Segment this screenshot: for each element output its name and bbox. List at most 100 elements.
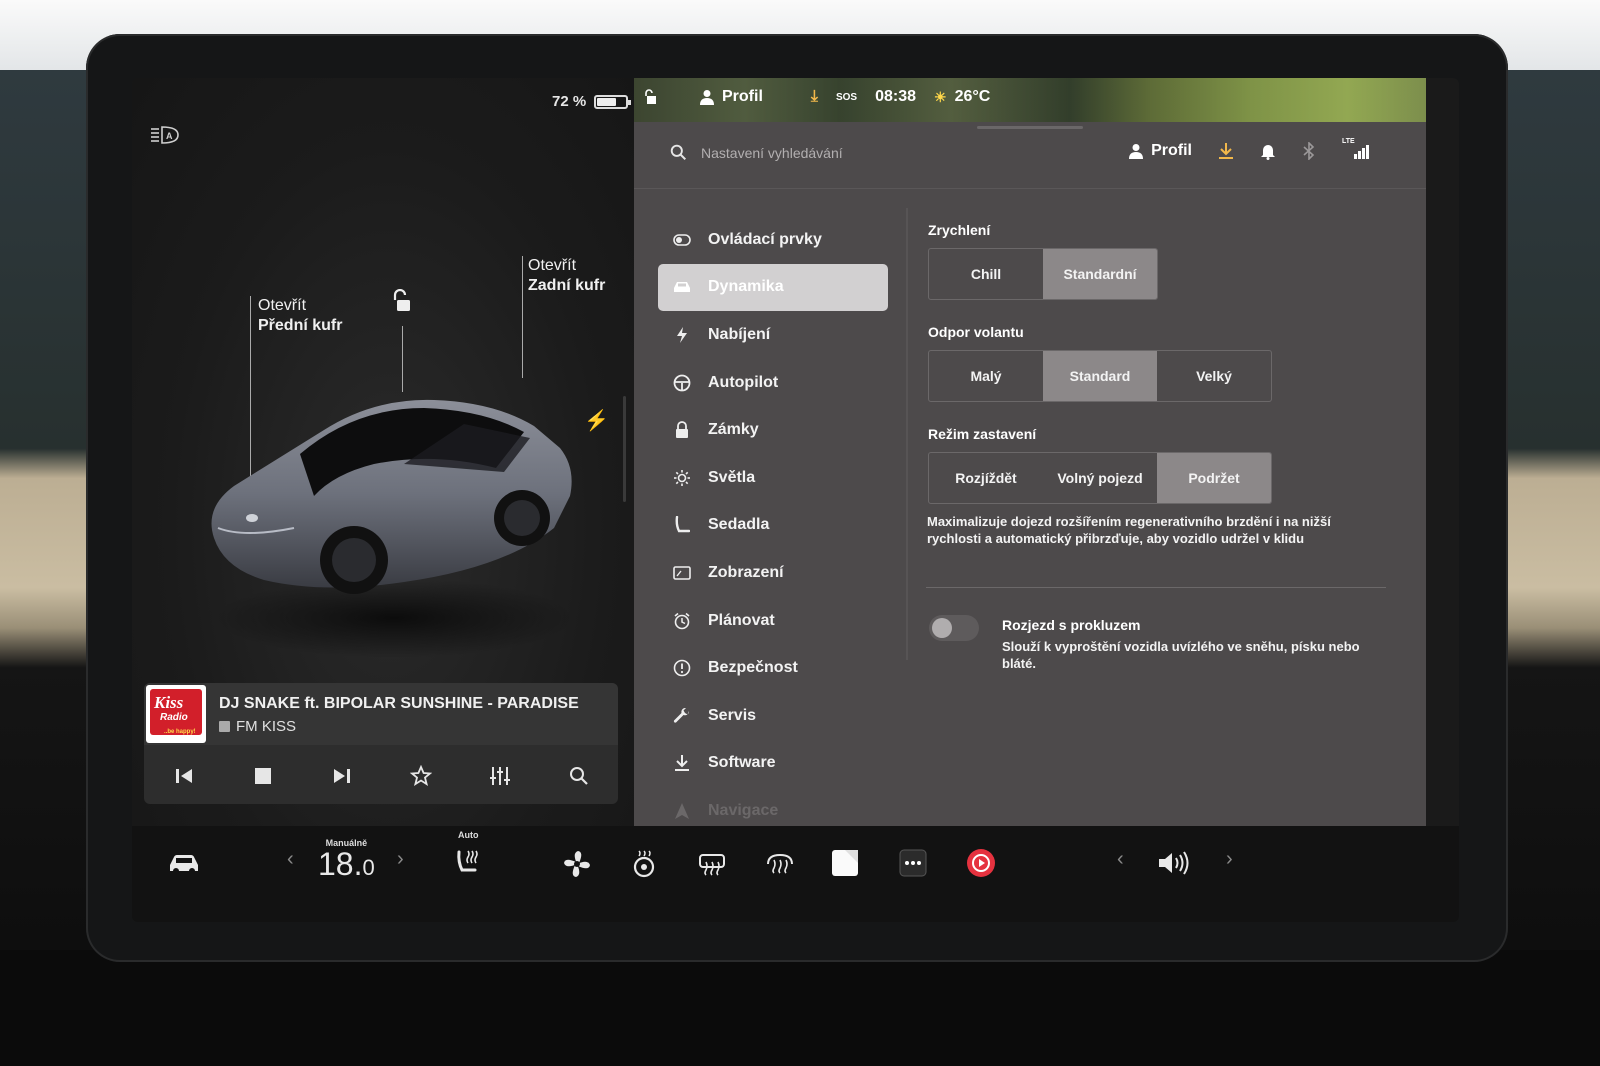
acceleration-option-0[interactable]: Chill — [929, 249, 1043, 299]
menu-item-8[interactable]: Plánovat — [658, 597, 888, 645]
download-icon[interactable] — [1218, 142, 1234, 160]
seat-heater-icon[interactable] — [450, 844, 486, 880]
menu-item-label: Zobrazení — [708, 563, 784, 581]
bell-icon[interactable] — [1260, 142, 1276, 160]
temp-up-icon[interactable]: › — [397, 848, 404, 871]
menu-item-label: Software — [708, 754, 776, 772]
navigation-icon — [672, 801, 692, 821]
slip-start-toggle[interactable] — [929, 615, 979, 641]
menu-item-2[interactable]: Nabíjení — [658, 311, 888, 359]
menu-item-9[interactable]: Bezpečnost — [658, 644, 888, 692]
search-icon[interactable] — [561, 758, 597, 794]
charge-port-icon[interactable]: ⚡ — [584, 408, 609, 433]
settings-panel: Nastavení vyhledávání Profil LTE Ovládac… — [634, 122, 1426, 826]
front-trunk-line2: Přední kufr — [258, 317, 343, 334]
search-placeholder: Nastavení vyhledávání — [701, 144, 843, 161]
dashboard-bottom — [0, 950, 1600, 1066]
outside-temp: 26°C — [954, 88, 991, 105]
alarm-clock-icon — [672, 611, 692, 631]
stopping-mode-title: Režim zastavení — [928, 426, 1037, 442]
drag-handle[interactable] — [977, 126, 1083, 129]
menu-item-11[interactable]: Software — [658, 740, 888, 788]
settings-search[interactable]: Nastavení vyhledávání — [670, 144, 843, 161]
status-profile[interactable]: Profil — [700, 88, 763, 106]
volume-up-icon[interactable]: › — [1226, 848, 1233, 871]
rear-trunk-leader — [522, 256, 523, 378]
dashcam-record-icon[interactable] — [964, 846, 998, 880]
next-icon[interactable] — [324, 758, 360, 794]
car-model-image[interactable] — [204, 368, 584, 668]
menu-item-6[interactable]: Sedadla — [658, 502, 888, 550]
steering-option-0[interactable]: Malý — [929, 351, 1043, 401]
steering-option-1[interactable]: Standard — [1043, 351, 1157, 401]
unlock-icon[interactable] — [389, 289, 413, 315]
more-apps-icon[interactable] — [896, 846, 930, 880]
radio-icon — [219, 721, 230, 732]
slip-start-title: Rozjezd s prokluzem — [1002, 617, 1141, 633]
unlock-status-icon — [645, 89, 656, 104]
acceleration-option-1[interactable]: Standardní — [1043, 249, 1157, 299]
menu-item-5[interactable]: Světla — [658, 454, 888, 502]
bluetooth-icon[interactable] — [1302, 142, 1316, 160]
favorite-icon[interactable] — [403, 758, 439, 794]
menu-item-label: Sedadla — [708, 516, 770, 534]
rear-defrost-icon[interactable] — [692, 844, 732, 884]
rear-trunk-line2: Zadní kufr — [528, 277, 606, 294]
stop-icon[interactable] — [245, 758, 281, 794]
menu-item-10[interactable]: Servis — [658, 692, 888, 740]
menu-divider — [906, 208, 908, 660]
menu-item-label: Nabíjení — [708, 325, 771, 343]
station-logo-tagline: ..be happy! — [164, 729, 196, 735]
temp-value: 18.0 — [318, 846, 375, 883]
lock-icon — [672, 420, 692, 440]
front-defrost-icon[interactable] — [760, 844, 800, 884]
lte-label: LTE — [1342, 138, 1355, 145]
profile-button[interactable]: Profil — [1129, 142, 1192, 160]
menu-item-0[interactable]: Ovládací prvky — [658, 216, 888, 264]
previous-icon[interactable] — [166, 758, 202, 794]
profile-label: Profil — [1151, 142, 1192, 159]
steering-selector: Malý Standard Velký — [928, 350, 1272, 402]
menu-item-7[interactable]: Zobrazení — [658, 549, 888, 597]
now-playing[interactable]: Kiss Radio ..be happy! DJ SNAKE ft. BIPO… — [144, 683, 618, 745]
display-icon — [672, 563, 692, 583]
steering-option-2[interactable]: Velký — [1157, 351, 1271, 401]
media-player: Kiss Radio ..be happy! DJ SNAKE ft. BIPO… — [144, 683, 618, 804]
map-preview[interactable]: Profil ⤓ SOS 08:38 ☀ 26°C — [634, 78, 1426, 122]
car-icon[interactable] — [166, 846, 202, 882]
auto-headlight-icon[interactable]: A — [150, 125, 180, 145]
bolt-icon — [672, 325, 692, 345]
temp-down-icon[interactable]: ‹ — [287, 848, 294, 871]
toggle-knob — [932, 618, 952, 638]
menu-item-3[interactable]: Autopilot — [658, 359, 888, 407]
front-trunk-line1: Otevřít — [258, 297, 307, 314]
front-trunk-button[interactable]: Otevřít Přední kufr — [258, 296, 342, 336]
equalizer-icon[interactable] — [482, 758, 518, 794]
info-circle-icon — [672, 658, 692, 678]
menu-item-1[interactable]: Dynamika — [658, 263, 888, 312]
rear-trunk-line1: Otevřít — [528, 257, 577, 274]
svg-text:A: A — [166, 131, 173, 141]
volume-down-icon[interactable]: ‹ — [1117, 848, 1124, 871]
menu-item-label: Dynamika — [708, 278, 784, 296]
cabin-temperature[interactable]: Manuálně 18.0 — [318, 838, 375, 883]
person-icon — [1129, 144, 1144, 159]
menu-item-4[interactable]: Zámky — [658, 406, 888, 454]
battery-fill — [597, 97, 617, 106]
steering-heat-icon[interactable] — [626, 844, 662, 884]
stopping-option-1[interactable]: Volný pojezd — [1043, 453, 1157, 503]
stopping-option-2[interactable]: Podržet — [1157, 453, 1271, 503]
app-tile-icon[interactable] — [828, 846, 862, 880]
sun-icon — [672, 468, 692, 488]
temp-decimal: 0 — [362, 855, 375, 880]
menu-item-label: Ovládací prvky — [708, 230, 822, 248]
seat-icon — [672, 515, 692, 535]
stopping-option-0[interactable]: Rozjíždět — [929, 453, 1043, 503]
rear-trunk-button[interactable]: Otevřít Zadní kufr — [528, 256, 605, 296]
steering-wheel-icon — [672, 373, 692, 393]
slip-start-description: Slouží k vyproštění vozidla uvízlého ve … — [1002, 639, 1360, 671]
volume-icon[interactable] — [1154, 846, 1194, 880]
fan-icon[interactable] — [557, 844, 597, 884]
download-status-icon: ⤓ — [810, 88, 818, 105]
battery-icon — [594, 94, 632, 109]
